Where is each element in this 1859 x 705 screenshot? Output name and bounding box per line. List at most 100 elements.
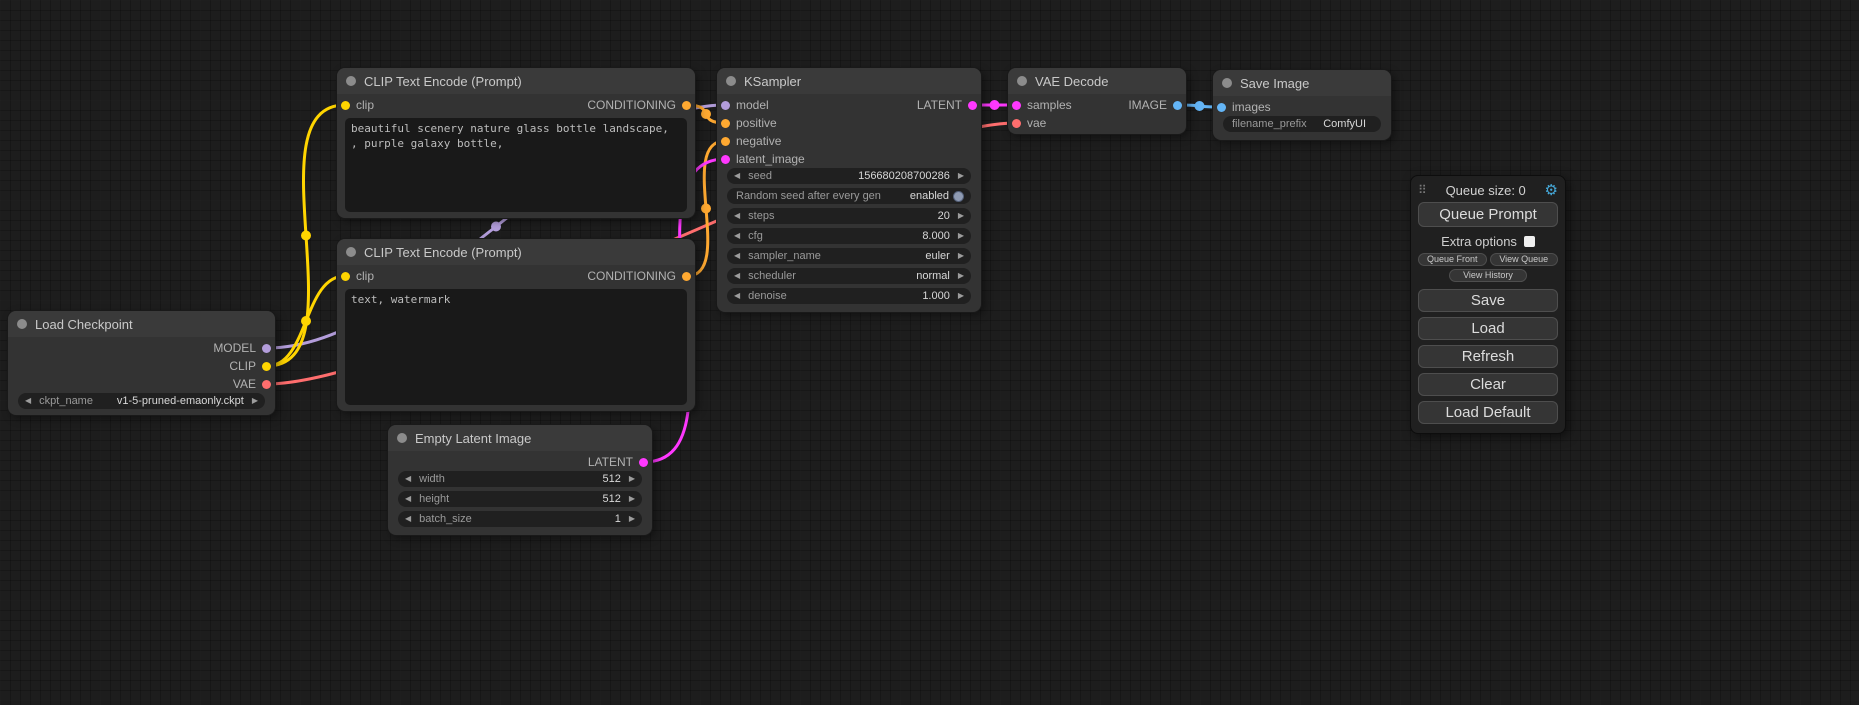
input-dot-clip-icon[interactable] [341,101,350,110]
node-title-bar[interactable]: Empty Latent Image [388,425,652,451]
view-history-button[interactable]: View History [1449,269,1527,282]
node-vae-decode[interactable]: VAE Decode samples IMAGE vae [1008,68,1186,134]
decrement-arrow-icon[interactable]: ◀ [734,252,740,260]
input-dot-latent-image-icon[interactable] [721,155,730,164]
input-slot-clip[interactable]: clip [337,98,374,112]
widget-random-seed-toggle[interactable]: Random seed after every gen enabled [727,188,971,204]
widget-ckpt-name[interactable]: ◀ ckpt_name v1-5-pruned-emaonly.ckpt ▶ [18,393,265,409]
node-title-bar[interactable]: Save Image [1213,70,1391,96]
widget-steps[interactable]: ◀ steps 20 ▶ [727,208,971,224]
input-slot-model[interactable]: model [717,98,769,112]
output-slot-image[interactable]: IMAGE [1128,98,1186,112]
node-title-bar[interactable]: CLIP Text Encode (Prompt) [337,239,695,265]
load-default-button[interactable]: Load Default [1418,401,1558,424]
increment-arrow-icon[interactable]: ▶ [958,232,964,240]
output-dot-vae-icon[interactable] [262,380,271,389]
toggle-knob-icon[interactable] [953,191,964,202]
input-slot-samples[interactable]: samples [1008,98,1072,112]
widget-cfg[interactable]: ◀ cfg 8.000 ▶ [727,228,971,244]
decrement-arrow-icon[interactable]: ◀ [734,172,740,180]
node-graph-canvas[interactable]: { "colors": { "model": "#B39DDB", "clip"… [0,0,1859,705]
increment-arrow-icon[interactable]: ▶ [629,495,635,503]
input-dot-samples-icon[interactable] [1012,101,1021,110]
input-dot-vae-icon[interactable] [1012,119,1021,128]
view-queue-button[interactable]: View Queue [1490,253,1559,266]
output-dot-conditioning-icon[interactable] [682,272,691,281]
widget-height[interactable]: ◀ height 512 ▶ [398,491,642,507]
input-slot-clip[interactable]: clip [337,269,374,283]
node-ksampler[interactable]: KSampler model LATENT positive negative [717,68,981,312]
decrement-arrow-icon[interactable]: ◀ [405,495,411,503]
queue-prompt-button[interactable]: Queue Prompt [1418,202,1558,227]
output-dot-latent-icon[interactable] [968,101,977,110]
queue-front-button[interactable]: Queue Front [1418,253,1487,266]
load-button[interactable]: Load [1418,317,1558,340]
decrement-arrow-icon[interactable]: ◀ [734,292,740,300]
decrement-arrow-icon[interactable]: ◀ [734,212,740,220]
increment-arrow-icon[interactable]: ▶ [958,272,964,280]
node-title-bar[interactable]: Load Checkpoint [8,311,275,337]
save-button[interactable]: Save [1418,289,1558,312]
increment-arrow-icon[interactable]: ▶ [958,212,964,220]
prompt-textarea[interactable]: text, watermark [345,289,687,405]
node-save-image[interactable]: Save Image images filename_prefix ComfyU… [1213,70,1391,140]
increment-arrow-icon[interactable]: ▶ [958,292,964,300]
increment-arrow-icon[interactable]: ▶ [629,515,635,523]
input-dot-clip-icon[interactable] [341,272,350,281]
drag-handle-icon[interactable]: ⠿ [1418,183,1427,197]
refresh-button[interactable]: Refresh [1418,345,1558,368]
output-slot-model[interactable]: MODEL [213,341,275,355]
clear-button[interactable]: Clear [1418,373,1558,396]
link-midpoint-positive-conditioning[interactable] [701,109,711,119]
node-title-bar[interactable]: CLIP Text Encode (Prompt) [337,68,695,94]
increment-arrow-icon[interactable]: ▶ [958,172,964,180]
input-dot-negative-icon[interactable] [721,137,730,146]
decrement-arrow-icon[interactable]: ◀ [734,232,740,240]
node-clip-text-encode-positive[interactable]: CLIP Text Encode (Prompt) clip CONDITION… [337,68,695,218]
link-midpoint-clip-to-positive-encode[interactable] [301,231,311,241]
output-slot-conditioning[interactable]: CONDITIONING [587,98,695,112]
widget-sampler-name[interactable]: ◀ sampler_name euler ▶ [727,248,971,264]
node-clip-text-encode-negative[interactable]: CLIP Text Encode (Prompt) clip CONDITION… [337,239,695,411]
output-dot-model-icon[interactable] [262,344,271,353]
widget-filename-prefix[interactable]: filename_prefix ComfyUI [1223,116,1381,132]
node-empty-latent-image[interactable]: Empty Latent Image LATENT ◀ width 512 ▶ … [388,425,652,535]
decrement-arrow-icon[interactable]: ◀ [405,475,411,483]
link-midpoint-negative-conditioning[interactable] [701,204,711,214]
widget-denoise[interactable]: ◀ denoise 1.000 ▶ [727,288,971,304]
output-dot-image-icon[interactable] [1173,101,1182,110]
input-slot-latent-image[interactable]: latent_image [717,152,805,166]
link-midpoint-image-to-save[interactable] [1195,101,1205,111]
input-slot-negative[interactable]: negative [717,134,781,148]
increment-arrow-icon[interactable]: ▶ [252,397,258,405]
widget-seed[interactable]: ◀ seed 156680208700286 ▶ [727,168,971,184]
input-dot-model-icon[interactable] [721,101,730,110]
output-slot-latent[interactable]: LATENT [588,455,652,469]
link-midpoint-clip-to-negative-encode[interactable] [301,316,311,326]
increment-arrow-icon[interactable]: ▶ [958,252,964,260]
decrement-arrow-icon[interactable]: ◀ [25,397,31,405]
link-midpoint-latent-to-decode[interactable] [990,100,1000,110]
input-slot-images[interactable]: images [1213,100,1271,114]
output-dot-latent-icon[interactable] [639,458,648,467]
widget-scheduler[interactable]: ◀ scheduler normal ▶ [727,268,971,284]
increment-arrow-icon[interactable]: ▶ [629,475,635,483]
node-load-checkpoint[interactable]: Load Checkpoint MODEL CLIP VAE ◀ ckpt_na… [8,311,275,415]
extra-options-checkbox[interactable] [1524,236,1535,247]
input-dot-images-icon[interactable] [1217,103,1226,112]
widget-width[interactable]: ◀ width 512 ▶ [398,471,642,487]
input-slot-positive[interactable]: positive [717,116,777,130]
input-dot-positive-icon[interactable] [721,119,730,128]
prompt-textarea[interactable]: beautiful scenery nature glass bottle la… [345,118,687,212]
node-title-bar[interactable]: VAE Decode [1008,68,1186,94]
input-slot-vae[interactable]: vae [1008,116,1046,130]
output-dot-conditioning-icon[interactable] [682,101,691,110]
node-title-bar[interactable]: KSampler [717,68,981,94]
link-midpoint-model-to-sampler[interactable] [491,222,501,232]
decrement-arrow-icon[interactable]: ◀ [734,272,740,280]
widget-batch-size[interactable]: ◀ batch_size 1 ▶ [398,511,642,527]
decrement-arrow-icon[interactable]: ◀ [405,515,411,523]
output-slot-conditioning[interactable]: CONDITIONING [587,269,695,283]
output-slot-clip[interactable]: CLIP [229,359,275,373]
settings-gear-icon[interactable]: ⚙ [1545,183,1558,198]
